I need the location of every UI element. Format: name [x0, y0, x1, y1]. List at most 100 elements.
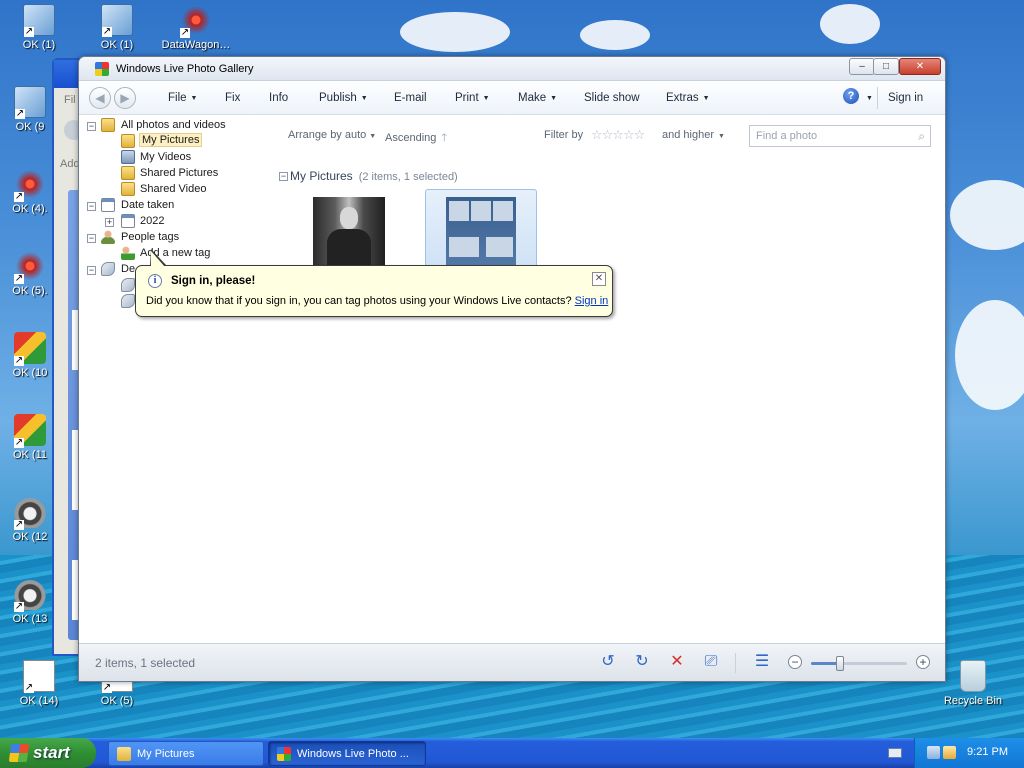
photo-cell [449, 201, 469, 221]
desktop-icon[interactable]: OK (13 [4, 578, 56, 625]
desktop-icon[interactable]: OK (10 [4, 332, 56, 379]
help-icon[interactable]: ? [843, 88, 859, 104]
search-input[interactable]: Find a photo ⌕ [749, 125, 931, 147]
computer-icon [14, 86, 46, 119]
menu-label: Print [455, 92, 479, 104]
tree-item-my-videos[interactable]: My Videos [140, 151, 191, 167]
calendar-icon [101, 198, 115, 212]
menu-file[interactable]: File ▼ [168, 92, 197, 104]
taskbar-button-photo-gallery[interactable]: Windows Live Photo ... [268, 741, 426, 766]
collapse-icon[interactable]: − [87, 266, 96, 275]
tree-item-label: My Pictures [139, 133, 203, 147]
tree-item-shared-pictures[interactable]: Shared Pictures [140, 167, 218, 183]
menu-email[interactable]: E-mail [394, 92, 427, 104]
navigation-tree: − All photos and videos My Pictures My V… [79, 115, 269, 643]
network-icon[interactable] [927, 746, 940, 759]
tree-item-my-pictures[interactable]: My Pictures [139, 133, 203, 150]
taskbar-button-my-pictures[interactable]: My Pictures [108, 741, 264, 766]
search-placeholder: Find a photo [756, 130, 818, 142]
arrange-by-dropdown[interactable]: Arrange by auto ▼ [288, 129, 376, 141]
balloon-close-icon[interactable]: ✕ [592, 272, 606, 286]
desktop-icon-label: OK (1) [22, 39, 56, 51]
menu-label: File [168, 92, 187, 104]
clock[interactable]: 9:21 PM [967, 746, 1008, 758]
cloud [955, 300, 1024, 410]
search-icon[interactable]: ⌕ [918, 129, 925, 144]
collapse-icon[interactable]: − [87, 122, 96, 131]
tree-item-date-taken[interactable]: Date taken [121, 199, 174, 215]
menu-fix[interactable]: Fix [225, 92, 240, 104]
menu-info[interactable]: Info [269, 92, 288, 104]
menu-publish[interactable]: Publish ▼ [319, 92, 368, 104]
and-higher-label: and higher [662, 129, 714, 141]
rotate-right-icon[interactable]: ↻ [632, 652, 652, 672]
expand-icon[interactable]: + [105, 218, 114, 227]
balloon-message: Did you know that if you sign in, you ca… [146, 295, 572, 307]
desktop-icon[interactable]: OK (14) [4, 660, 74, 707]
tag-icon [121, 278, 135, 292]
photo-thumbnail[interactable] [313, 197, 385, 267]
collapse-icon[interactable]: − [87, 234, 96, 243]
sort-order-toggle[interactable]: Ascending 🡑 [385, 129, 447, 148]
desktop-icon-label: OK (9 [15, 121, 45, 133]
tree-item-descriptive-tags[interactable]: De [121, 263, 135, 279]
photo-thumbnail-selected[interactable] [446, 197, 516, 267]
collapse-icon[interactable]: − [279, 172, 288, 181]
tree-item-shared-video[interactable]: Shared Video [140, 183, 206, 199]
help-dropdown[interactable]: ▼ [862, 92, 873, 104]
sign-in-link[interactable]: Sign in [888, 92, 923, 104]
desktop-icon[interactable]: OK (9 [4, 86, 56, 133]
slide-show-icon[interactable]: ⎚ [701, 652, 721, 672]
zoom-out-icon[interactable]: − [788, 655, 802, 669]
tag-icon [101, 262, 115, 276]
back-arrow-icon[interactable]: ◀ [89, 87, 111, 109]
security-icon[interactable] [943, 746, 956, 759]
details-view-icon[interactable]: ☰ [752, 652, 772, 672]
background-window-menu[interactable]: Fil [64, 94, 76, 106]
caret-down-icon: ▼ [360, 95, 368, 102]
keyboard-icon[interactable] [888, 748, 902, 758]
balloon-sign-in-link[interactable]: Sign in [575, 295, 609, 307]
document-icon [23, 660, 55, 693]
desktop-icon[interactable]: DataWagon… [158, 4, 234, 51]
cloud [950, 180, 1024, 250]
forward-arrow-icon[interactable]: ▶ [114, 87, 136, 109]
desktop-icon-recycle-bin[interactable]: Recycle Bin [938, 660, 1008, 707]
tree-item-people-tags[interactable]: People tags [121, 231, 179, 247]
photo-gallery-window[interactable]: Windows Live Photo Gallery – □ ✕ ◀ ▶ Fil… [78, 56, 946, 682]
balloon-text: Did you know that if you sign in, you ca… [146, 295, 608, 307]
desktop-icon[interactable]: OK (1) [82, 4, 152, 51]
title-bar[interactable]: Windows Live Photo Gallery – □ ✕ [79, 57, 945, 81]
status-separator [735, 653, 736, 673]
close-button[interactable]: ✕ [899, 58, 941, 75]
minimize-button[interactable]: – [849, 58, 875, 75]
rotate-left-icon[interactable]: ↺ [598, 652, 618, 672]
tree-item-year[interactable]: 2022 [140, 215, 164, 231]
start-button[interactable]: start [0, 738, 96, 768]
status-text: 2 items, 1 selected [95, 656, 196, 670]
zoom-in-icon[interactable]: + [916, 655, 930, 669]
firework-icon [14, 168, 46, 202]
desktop-icon[interactable]: OK (5). [4, 250, 56, 297]
zoom-slider[interactable] [811, 656, 907, 671]
maximize-button[interactable]: □ [873, 58, 899, 75]
menu-print[interactable]: Print ▼ [455, 92, 490, 104]
menu-slide-show[interactable]: Slide show [584, 92, 640, 104]
collapse-icon[interactable]: − [87, 202, 96, 211]
menu-make[interactable]: Make ▼ [518, 92, 557, 104]
desktop-icon[interactable]: OK (12 [4, 496, 56, 543]
desktop-icon-label: OK (5). [12, 285, 48, 297]
caret-down-icon: ▼ [866, 95, 873, 102]
start-label: start [33, 743, 70, 762]
desktop-icon[interactable]: OK (11 [4, 414, 56, 461]
and-higher-dropdown[interactable]: and higher ▼ [662, 129, 725, 141]
desktop-icon[interactable]: OK (4). [4, 168, 56, 215]
rating-filter-stars[interactable]: ☆☆☆☆☆ [591, 127, 645, 143]
desktop-icon[interactable]: OK (1) [4, 4, 74, 51]
delete-icon[interactable]: ✕ [667, 652, 687, 672]
shared-folder-icon [121, 166, 135, 180]
zoom-slider-handle[interactable] [835, 656, 844, 671]
group-header[interactable]: − My Pictures (2 items, 1 selected) [279, 169, 458, 183]
menu-extras[interactable]: Extras ▼ [666, 92, 710, 104]
taskbar: start My Pictures Windows Live Photo ...… [0, 738, 1024, 768]
